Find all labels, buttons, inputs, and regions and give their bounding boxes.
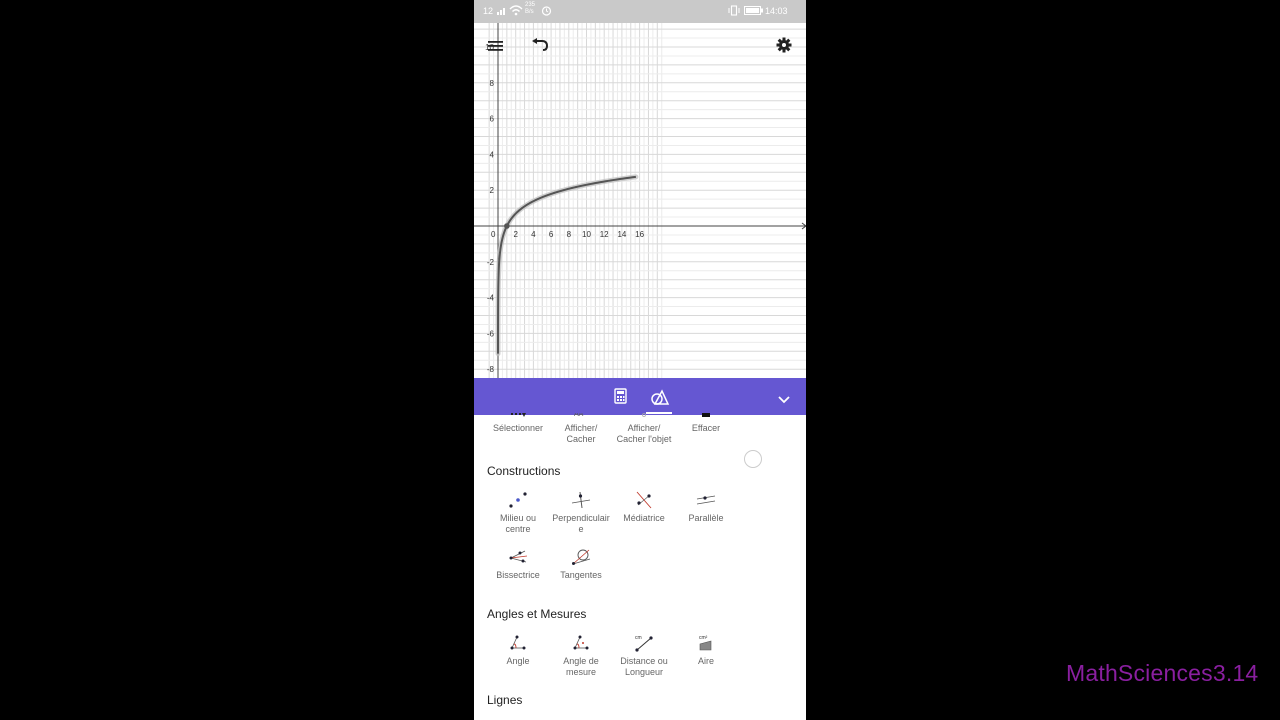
tool-midpoint-label: Milieu ou centre	[499, 513, 537, 534]
alarm-icon	[541, 5, 552, 18]
chevron-down-icon[interactable]	[778, 391, 790, 409]
section-title-lines: Lignes	[487, 693, 523, 707]
svg-text:AA: AA	[574, 413, 584, 418]
tool-angle-fixed-label: Angle de mesure	[563, 656, 599, 677]
tangents-icon	[572, 549, 591, 565]
x-tick-label: 4	[531, 230, 536, 239]
tool-area-label: Aire	[697, 656, 714, 666]
perpendicular-bisector-icon	[636, 491, 652, 509]
angle-icon	[510, 635, 526, 650]
y-tick-label: -4	[487, 294, 495, 303]
clock-time: 14:03	[765, 6, 788, 16]
tool-area[interactable]: cm² Aire	[671, 634, 741, 667]
menu-icon[interactable]	[488, 39, 504, 57]
tool-perpendicular-bisector-label: Médiatrice	[623, 513, 665, 523]
channel-watermark: MathSciences3.14	[1066, 660, 1259, 686]
status-bar: 12 235 B/s 14:03	[474, 0, 806, 23]
y-tick-label: 6	[490, 115, 495, 124]
calculator-icon[interactable]	[614, 388, 627, 409]
tool-angle-bisector[interactable]: Bissectrice	[483, 548, 553, 581]
x-tick-label: 12	[600, 230, 609, 239]
y-tick-label: -6	[487, 329, 495, 338]
tool-parallel-label: Parallèle	[688, 513, 724, 523]
angle-with-measure-icon	[573, 635, 589, 650]
x-tick-label: 0	[491, 230, 496, 239]
midpoint-icon	[509, 492, 527, 508]
x-tick-label: 14	[617, 230, 626, 239]
angle-bisector-icon	[509, 550, 528, 563]
x-tick-label: 16	[635, 230, 644, 239]
tool-show-hide-label[interactable]: AA Afficher/ Cacher	[546, 413, 616, 445]
distance-icon-text: cm	[635, 635, 642, 641]
section-title-constructions: Constructions	[487, 464, 561, 478]
tool-tangents[interactable]: Tangentes	[546, 548, 616, 581]
tool-delete[interactable]: Effacer	[671, 413, 741, 434]
y-tick-label: 2	[490, 186, 495, 195]
x-tick-label: 6	[549, 230, 554, 239]
battery-icon	[744, 6, 764, 17]
y-tick-label: -8	[487, 365, 495, 374]
tool-angle[interactable]: Angle	[483, 634, 553, 667]
scroll-indicator	[744, 450, 762, 468]
y-tick-label: 8	[490, 79, 495, 88]
tool-midpoint[interactable]: Milieu ou centre	[483, 491, 553, 535]
tool-show-hide-label-text: Afficher/ Cacher	[564, 423, 598, 444]
section-title-angles-measures: Angles et Mesures	[487, 607, 587, 621]
graph-canvas[interactable]: 0 2 4 6 8 10 12 14 16108642-2-4-6-8	[474, 0, 806, 378]
tool-select-label: Sélectionner	[492, 423, 544, 433]
wifi-icon	[509, 4, 523, 18]
show-hide-object-icon	[642, 413, 646, 417]
tool-tangents-label: Tangentes	[560, 570, 602, 580]
tool-angle-bisector-label: Bissectrice	[496, 570, 540, 580]
parallel-line-icon	[696, 495, 716, 505]
graphing-view[interactable]: 0 2 4 6 8 10 12 14 16 10 8 6 4 2 -2 -4 -6 -8	[474, 0, 806, 378]
tools-panel: Sélectionner AA Afficher/ Cacher Affiche…	[474, 413, 806, 720]
y-tick-label: 4	[490, 150, 495, 159]
tool-parallel[interactable]: Parallèle	[671, 491, 741, 524]
tool-distance[interactable]: cm Distance ou Longueur	[609, 634, 679, 678]
tool-angle-fixed[interactable]: Angle de mesure	[546, 634, 616, 678]
area-icon: cm²	[699, 635, 712, 651]
function-curve	[497, 175, 637, 354]
phone-screen: 0 2 4 6 8 10 12 14 16 10 8 6 4 2 -2 -4 -6 -8 12 235 B/s 1…	[474, 0, 806, 720]
tool-distance-label: Distance ou Longueur	[620, 656, 668, 677]
geometry-tools-icon	[651, 389, 670, 405]
x-tick-label: 8	[567, 230, 572, 239]
tool-show-hide-object-label: Afficher/ Cacher l'objet	[616, 423, 672, 444]
signal-icon	[497, 5, 507, 17]
undo-icon[interactable]	[531, 38, 549, 57]
tool-show-hide-object[interactable]: Afficher/ Cacher l'objet	[609, 413, 679, 445]
area-icon-text: cm²	[699, 635, 708, 641]
eraser-icon	[702, 413, 710, 417]
status-left-text: 12	[483, 6, 494, 16]
tool-perpendicular[interactable]: Perpendiculair e	[546, 491, 616, 535]
tool-angle-label: Angle	[506, 656, 530, 666]
settings-gear-icon[interactable]	[776, 37, 792, 58]
x-tick-label: 10	[582, 230, 591, 239]
y-tick-label: -2	[487, 258, 495, 267]
tool-select[interactable]: Sélectionner	[483, 413, 553, 434]
tool-perpendicular-label: Perpendiculair e	[552, 513, 610, 534]
network-speed: 235 B/s	[525, 2, 535, 16]
distance-icon: cm	[635, 635, 653, 652]
function-curve-halo	[495, 174, 639, 357]
tool-perpendicular-bisector[interactable]: Médiatrice	[609, 491, 679, 524]
x-tick-label: 2	[513, 230, 518, 239]
vibrate-icon	[728, 5, 740, 18]
speed-unit: B/s	[525, 9, 534, 15]
speed-value: 235	[525, 2, 536, 8]
show-hide-label-icon: AA	[574, 413, 584, 418]
select-icon	[511, 413, 526, 417]
tool-delete-label: Effacer	[691, 423, 721, 433]
geometry-tools-tab[interactable]	[646, 385, 672, 414]
perpendicular-line-icon	[571, 491, 591, 509]
point-on-curve	[504, 223, 510, 229]
bottom-toolbar	[474, 378, 806, 415]
